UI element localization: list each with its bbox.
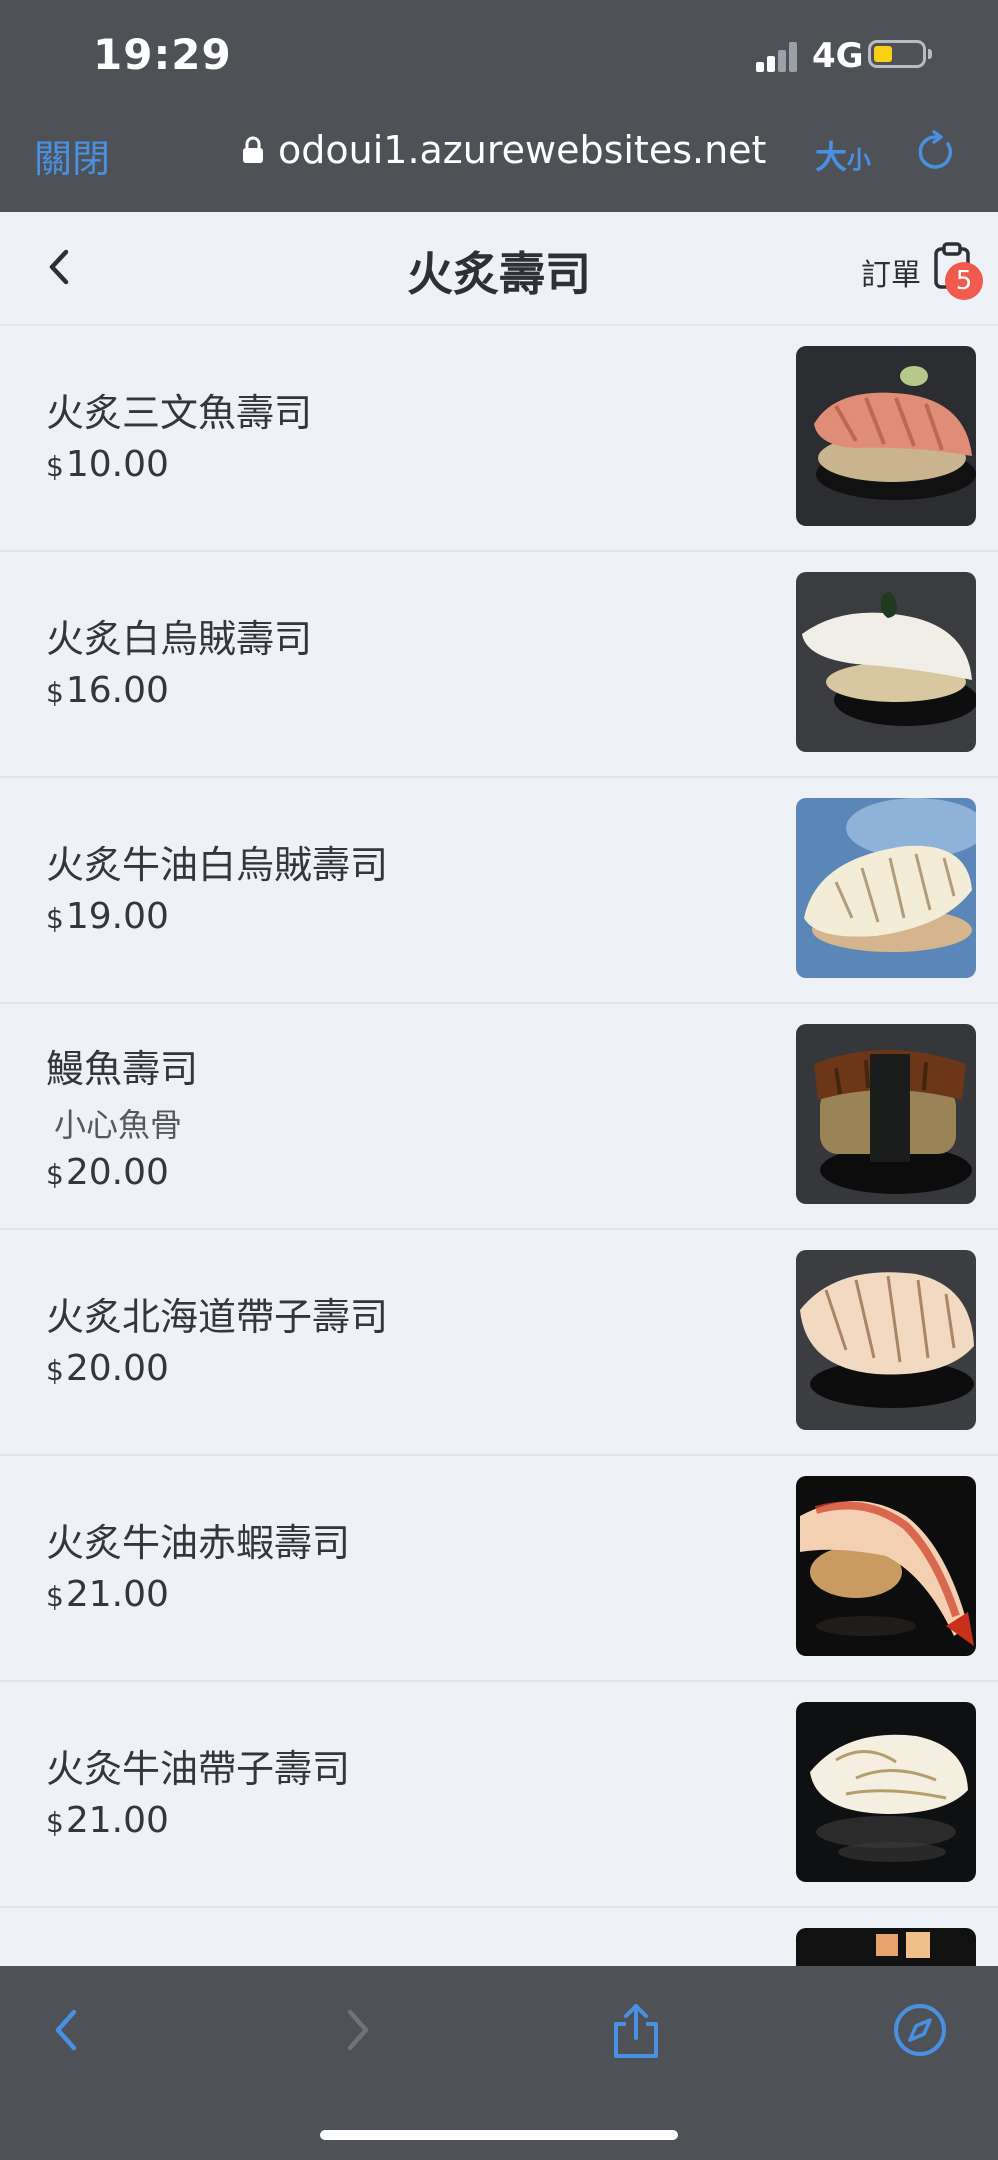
status-time: 19:29 <box>93 30 232 79</box>
close-button[interactable]: 關閉 <box>34 128 110 183</box>
menu-item[interactable]: 火炙三文魚壽司 $10.00 <box>0 326 998 552</box>
back-nav-button[interactable] <box>38 2000 98 2060</box>
reload-icon[interactable] <box>914 130 958 174</box>
menu-item[interactable] <box>0 1908 998 1966</box>
item-price: $16.00 <box>46 670 169 711</box>
butter-squid-sushi-image[interactable] <box>796 798 976 978</box>
item-note: 小心魚骨 <box>54 1106 183 1144</box>
item-name: 火炙白烏賊壽司 <box>46 617 313 661</box>
text-size-button[interactable]: 大小 <box>815 132 871 178</box>
eel-sushi-image[interactable] <box>796 1024 976 1204</box>
item-price: $20.00 <box>46 1348 169 1389</box>
menu-item[interactable]: 火炙白烏賊壽司 $16.00 <box>0 552 998 778</box>
item-name: 火炙牛油赤蝦壽司 <box>46 1521 351 1565</box>
scallop-sushi-image[interactable] <box>796 1250 976 1430</box>
page-title: 火炙壽司 <box>407 247 591 301</box>
squid-sushi-image[interactable] <box>796 572 976 752</box>
menu-item[interactable]: 火灸牛油帶子壽司 $21.00 <box>0 1682 998 1908</box>
battery-icon <box>868 40 926 68</box>
item-name: 火炙北海道帶子壽司 <box>46 1295 389 1339</box>
item-name: 鰻魚壽司 <box>46 1047 199 1091</box>
shrimp-sushi-image[interactable] <box>796 1476 976 1656</box>
page-header: 火炙壽司 訂單 <box>0 212 998 326</box>
menu-list: 火炙三文魚壽司 $10.00 火炙白烏賊壽司 $16.00 火炙牛油白烏賊壽司 … <box>0 326 998 1966</box>
chevron-left-icon <box>55 2009 77 2051</box>
menu-item[interactable]: 火炙牛油白烏賊壽司 $19.00 <box>0 778 998 1004</box>
item-price: $20.00 <box>46 1152 169 1193</box>
salmon-sushi-image[interactable] <box>796 346 976 526</box>
lock-icon <box>242 136 264 164</box>
browser-chrome: 19:29 4G 關閉 odoui1.azurewebsites.net 大小 <box>0 0 998 212</box>
item-price: $19.00 <box>46 896 169 937</box>
chevron-right-icon <box>347 2009 369 2051</box>
url-text: odoui1.azurewebsites.net <box>278 128 767 172</box>
menu-item[interactable]: 火炙牛油赤蝦壽司 $21.00 <box>0 1456 998 1682</box>
sushi-image[interactable] <box>796 1928 976 1966</box>
home-indicator[interactable] <box>320 2130 678 2140</box>
network-type: 4G <box>812 36 864 76</box>
url-field[interactable]: odoui1.azurewebsites.net <box>242 128 766 172</box>
item-name: 火炙牛油白烏賊壽司 <box>46 843 389 887</box>
compass-button[interactable] <box>890 2000 950 2060</box>
signal-strength-icon <box>756 42 798 72</box>
menu-item[interactable]: 火炙北海道帶子壽司 $20.00 <box>0 1230 998 1456</box>
item-price: $21.00 <box>46 1800 169 1841</box>
item-name: 火炙三文魚壽司 <box>46 391 313 435</box>
compass-icon <box>894 2004 946 2056</box>
menu-item[interactable]: 鰻魚壽司 小心魚骨 $20.00 <box>0 1004 998 1230</box>
address-bar: 關閉 odoui1.azurewebsites.net 大小 <box>0 118 998 188</box>
item-price: $10.00 <box>46 444 169 485</box>
orders-count-badge: 5 <box>945 262 983 300</box>
item-name: 火灸牛油帶子壽司 <box>46 1747 351 1791</box>
butter-scallop-sushi-image[interactable] <box>796 1702 976 1882</box>
share-button[interactable] <box>606 2000 666 2060</box>
share-icon <box>614 2004 658 2058</box>
forward-nav-button[interactable] <box>326 2000 386 2060</box>
item-price: $21.00 <box>46 1574 169 1615</box>
orders-link[interactable]: 訂單 <box>861 250 921 294</box>
